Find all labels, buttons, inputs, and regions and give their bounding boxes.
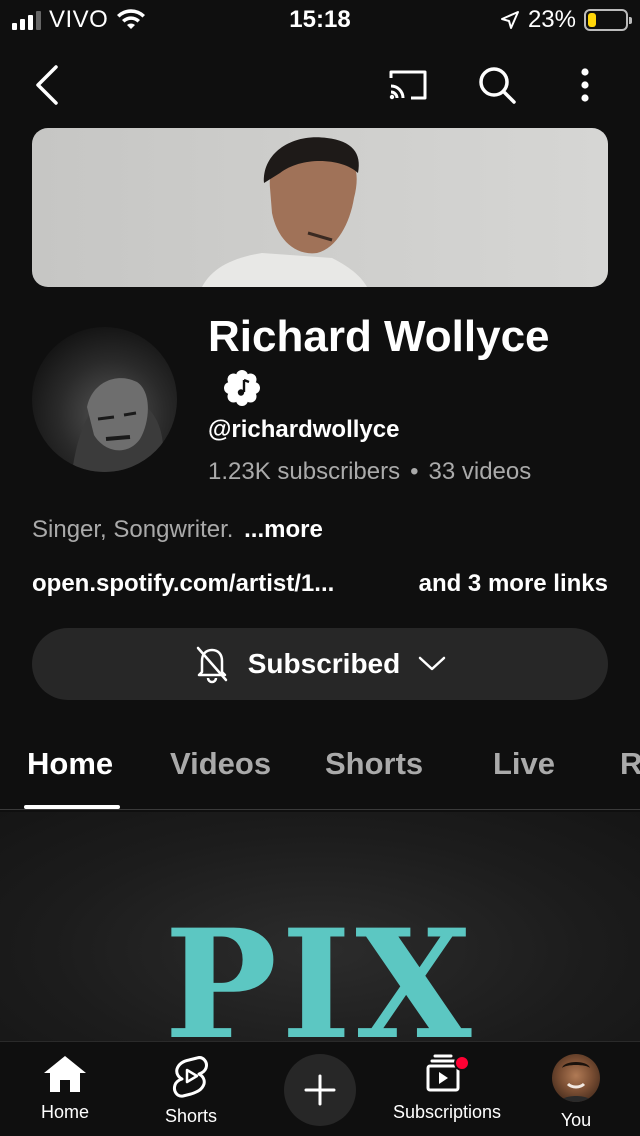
location-arrow-icon [500,11,519,29]
active-tab-indicator [24,805,120,809]
channel-links: open.spotify.com/artist/1... and 3 more … [32,570,608,598]
back-icon[interactable] [22,60,72,110]
tab-live[interactable]: Live [493,746,555,782]
channel-name: Richard Wollyce [208,312,550,361]
featured-title-art: PIX [164,897,476,1042]
stats-separator: • [410,458,419,485]
nav-shorts-label: Shorts [164,1106,218,1126]
nav-you[interactable]: You [511,1054,640,1131]
more-vert-icon[interactable] [560,60,610,110]
channel-description[interactable]: Singer, Songwriter. ...more [32,516,323,544]
avatar-portrait [72,378,167,472]
more-link[interactable]: ...more [244,516,323,543]
bottom-nav: Home Shorts Subscriptions You [0,1041,640,1136]
shorts-icon [173,1056,208,1098]
banner-portrait [202,137,367,287]
home-icon [44,1056,86,1092]
battery-level [588,13,597,27]
subscriber-count: 1.23K subscribers [208,458,401,485]
nav-shorts[interactable]: Shorts [126,1054,256,1127]
create-button[interactable] [284,1054,356,1126]
channel-avatar[interactable] [32,327,177,472]
subscriptions-icon [426,1054,470,1092]
nav-subscriptions-label: Subscriptions [392,1102,502,1122]
status-bar: VIVO 15:18 23% [0,0,640,40]
notification-dot [454,1055,470,1071]
channel-stats: 1.23K subscribers • 33 videos [208,458,531,486]
channel-tabs: Home Videos Shorts Live R [0,730,640,810]
channel-handle: @richardwollyce [208,416,400,443]
spotify-link[interactable]: open.spotify.com/artist/1... [32,570,334,597]
create-icon [304,1074,336,1106]
nav-home[interactable]: Home [0,1054,130,1123]
battery-icon [584,9,632,31]
tab-home[interactable]: Home [27,746,113,782]
music-note-badge-icon [224,370,260,406]
status-right: 23% [500,6,632,34]
featured-video[interactable]: PIX [0,812,640,1042]
user-avatar [552,1054,600,1102]
tab-videos[interactable]: Videos [170,746,271,782]
tab-partial[interactable]: R [620,746,640,782]
subscribed-label: Subscribed [247,648,401,679]
tab-shorts[interactable]: Shorts [325,746,423,782]
chevron-down-icon [418,656,446,671]
video-count: 33 videos [428,458,532,485]
channel-banner [32,128,608,287]
nav-home-label: Home [40,1102,89,1122]
more-links-button[interactable]: and 3 more links [419,570,608,598]
nav-subscriptions[interactable]: Subscriptions [381,1054,513,1123]
subscribed-button[interactable]: Subscribed [32,628,608,700]
cast-icon[interactable] [383,60,433,110]
description-text: Singer, Songwriter. [32,516,234,543]
battery-percent: 23% [527,6,576,33]
nav-you-label: You [560,1110,592,1130]
app-bar [0,50,640,120]
notifications-off-icon [196,646,227,684]
search-icon[interactable] [472,60,522,110]
